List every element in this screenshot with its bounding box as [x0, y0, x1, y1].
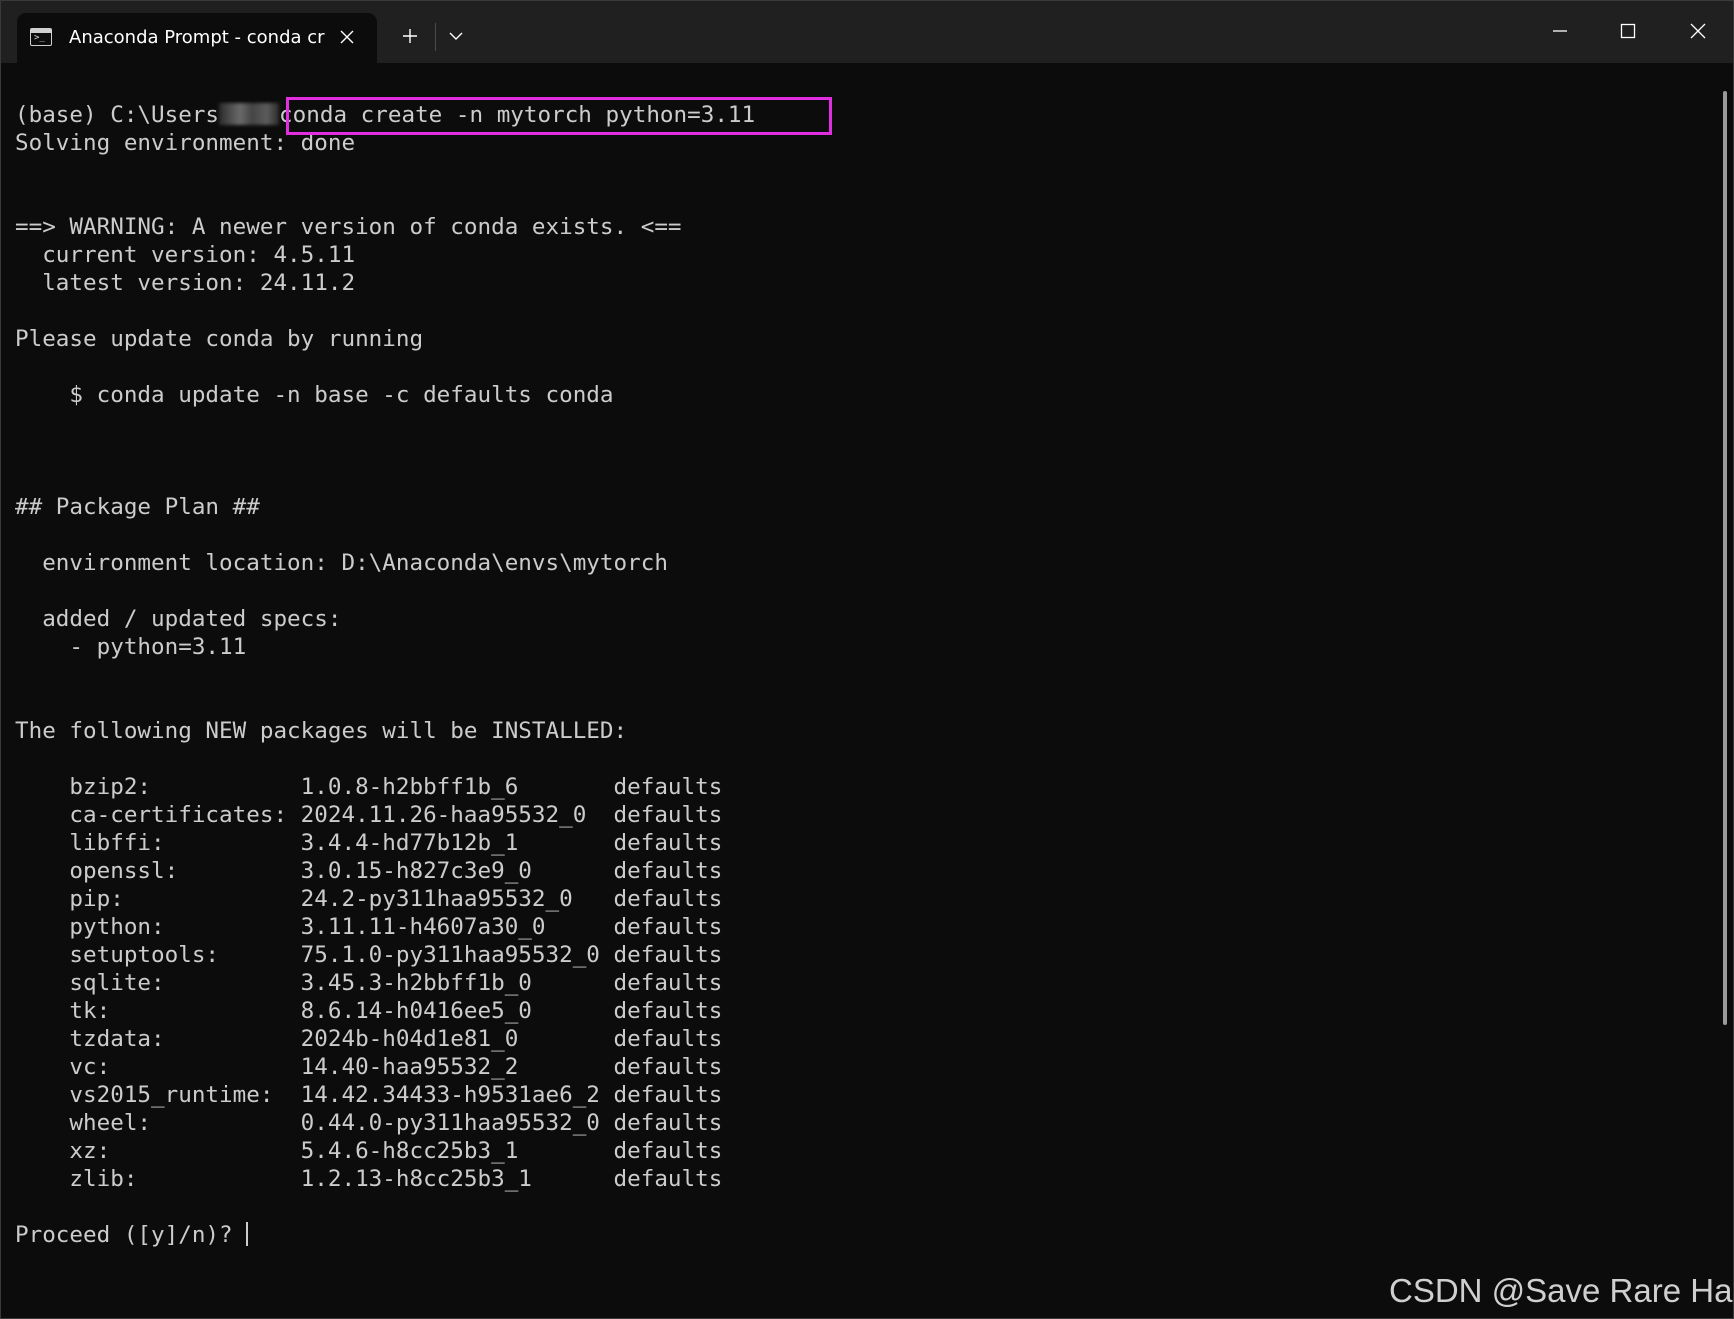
output-line: xz: 5.4.6-h8cc25b3_1 defaults	[15, 1138, 723, 1164]
output-line: $ conda update -n base -c defaults conda	[15, 382, 614, 408]
output-line: tzdata: 2024b-h04d1e81_0 defaults	[15, 1026, 723, 1052]
command-line: (base) C:\Users conda create -n mytorch p…	[15, 101, 1705, 129]
output-line: added / updated specs:	[15, 606, 342, 632]
output-line: Solving environment: done	[15, 130, 356, 156]
output-line: ==> WARNING: A newer version of conda ex…	[15, 214, 682, 240]
close-tab-button[interactable]	[333, 23, 361, 51]
output-line: libffi: 3.4.4-hd77b12b_1 defaults	[15, 830, 723, 856]
minimize-button[interactable]	[1537, 11, 1583, 51]
output-line: current version: 4.5.11	[15, 242, 356, 268]
tab-title: Anaconda Prompt - conda cr	[69, 27, 325, 48]
output-line: pip: 24.2-py311haa95532_0 defaults	[15, 886, 723, 912]
tab-dropdown-button[interactable]	[441, 21, 471, 51]
output-line: ## Package Plan ##	[15, 494, 260, 520]
output-line: setuptools: 75.1.0-py311haa95532_0 defau…	[15, 942, 723, 968]
output-line: wheel: 0.44.0-py311haa95532_0 defaults	[15, 1110, 723, 1136]
output-line: python: 3.11.11-h4607a30_0 defaults	[15, 914, 723, 940]
output-line: The following NEW packages will be INSTA…	[15, 718, 628, 744]
output-line: Please update conda by running	[15, 326, 424, 352]
output-line: vs2015_runtime: 14.42.34433-h9531ae6_2 d…	[15, 1082, 723, 1108]
terminal-icon: >_	[30, 28, 52, 46]
redacted-username	[219, 103, 280, 125]
text-cursor	[246, 1222, 249, 1246]
maximize-button[interactable]	[1605, 11, 1651, 51]
chevron-down-icon	[449, 32, 463, 40]
title-bar[interactable]: >_ Anaconda Prompt - conda cr	[1, 1, 1733, 63]
output-line: vc: 14.40-haa95532_2 defaults	[15, 1054, 723, 1080]
tab-anaconda-prompt[interactable]: >_ Anaconda Prompt - conda cr	[17, 13, 377, 63]
scrollbar[interactable]	[1723, 91, 1727, 1025]
plus-icon	[403, 29, 417, 43]
output-line: latest version: 24.11.2	[15, 270, 356, 296]
terminal-window: >_ Anaconda Prompt - conda cr (base) C:\…	[0, 0, 1734, 1319]
close-icon	[340, 30, 354, 44]
output-line: ca-certificates: 2024.11.26-haa95532_0 d…	[15, 802, 723, 828]
output-line: tk: 8.6.14-h0416ee5_0 defaults	[15, 998, 723, 1024]
new-tab-button[interactable]	[395, 21, 425, 51]
output-line: zlib: 1.2.13-h8cc25b3_1 defaults	[15, 1166, 723, 1192]
output-line: openssl: 3.0.15-h827c3e9_0 defaults	[15, 858, 723, 884]
title-bar-divider	[435, 23, 436, 51]
close-icon	[1690, 23, 1706, 39]
output-line: environment location: D:\Anaconda\envs\m…	[15, 550, 668, 576]
command-text: conda create -n mytorch python=3.11	[279, 102, 756, 128]
output-line: sqlite: 3.45.3-h2bbff1b_0 defaults	[15, 970, 723, 996]
maximize-icon	[1620, 23, 1636, 39]
close-window-button[interactable]	[1675, 11, 1721, 51]
terminal-output[interactable]: (base) C:\Users conda create -n mytorch p…	[15, 101, 1705, 1281]
output-lines: Solving environment: done ==> WARNING: A …	[15, 129, 1705, 1221]
proceed-prompt: Proceed ([y]/n)?	[15, 1222, 247, 1248]
output-line: - python=3.11	[15, 634, 247, 660]
proceed-prompt-line[interactable]: Proceed ([y]/n)?	[15, 1221, 1705, 1249]
minimize-icon	[1553, 30, 1567, 32]
prompt-prefix: (base) C:\Users	[15, 102, 220, 128]
output-line: bzip2: 1.0.8-h2bbff1b_6 defaults	[15, 774, 723, 800]
watermark: CSDN @Save Rare Hair	[1389, 1272, 1734, 1309]
